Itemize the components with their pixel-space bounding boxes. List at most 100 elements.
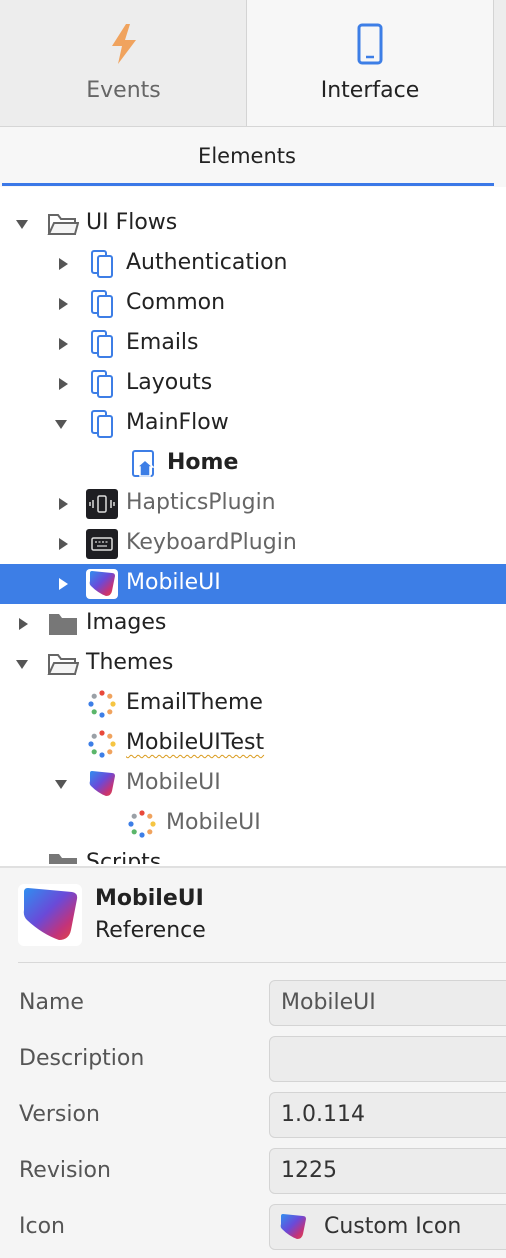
tab-events[interactable]: Events [0,0,247,126]
collapse-arrow-icon[interactable] [55,420,67,429]
mobile-device-icon [357,23,383,65]
icon-value: Custom Icon [324,1214,462,1239]
subtab-bar: Elements [0,127,506,187]
lightning-icon [112,24,136,64]
tree-item-emailtheme[interactable]: EmailTheme [0,684,506,724]
tree-item-haptics-plugin[interactable]: HapticsPlugin [0,484,506,524]
folder-icon [49,614,77,635]
tab-elements[interactable]: Elements [0,144,494,168]
tab-interface[interactable]: Interface [247,0,493,126]
expand-arrow-icon[interactable] [19,618,28,630]
tree-item-emails[interactable]: Emails [0,324,506,364]
properties-separator [18,962,506,963]
home-screen-icon [132,450,155,477]
property-label: Name [19,990,84,1015]
mobileui-logo-icon [86,569,118,599]
tree-item-authentication[interactable]: Authentication [0,244,506,284]
tree-item-label: MobileUI [126,570,221,595]
ui-flow-icon [91,290,113,318]
tree-item-label: Emails [126,330,199,355]
ui-flow-icon [91,250,113,278]
tree-item-label: Images [86,610,167,635]
revision-field[interactable]: 1225 [269,1148,506,1194]
tree-item-label: UI Flows [86,210,178,235]
element-tree[interactable]: UI Flows Authentication Common Emails La… [0,204,506,864]
top-tab-bar: Events Interface [0,0,506,127]
tree-item-label: MobileUI [166,810,261,835]
tree-item-label: EmailTheme [126,690,263,715]
expand-arrow-icon[interactable] [59,378,68,390]
tree-item-mobileui-theme-ref[interactable]: MobileUI [0,764,506,804]
tree-item-layouts[interactable]: Layouts [0,364,506,404]
theme-icon [128,810,156,838]
property-row-version: Version 1.0.114 [0,1092,506,1140]
tree-item-label: KeyboardPlugin [126,530,297,555]
haptics-plugin-icon [86,489,118,519]
expand-arrow-icon[interactable] [59,538,68,550]
tree-item-label: Home [167,450,239,475]
theme-icon [88,730,116,758]
theme-icon [88,690,116,718]
expand-arrow-icon[interactable] [59,498,68,510]
tree-item-label: Scripts [86,850,162,864]
tree-item-images[interactable]: Images [0,604,506,644]
tree-item-scripts[interactable]: Scripts [0,844,506,864]
description-field[interactable] [269,1036,506,1082]
properties-subtitle: Reference [95,918,206,943]
collapse-arrow-icon[interactable] [16,660,28,669]
property-label: Revision [19,1158,111,1183]
name-field[interactable]: MobileUI [269,980,506,1026]
tree-item-label: MainFlow [126,410,229,435]
mobileui-logo-icon [18,884,82,946]
tree-item-keyboard-plugin[interactable]: KeyboardPlugin [0,524,506,564]
collapse-arrow-icon[interactable] [16,220,28,229]
tab-overflow[interactable] [493,0,506,126]
tree-item-mobileui-theme[interactable]: MobileUI [0,804,506,844]
tab-interface-label: Interface [320,78,420,103]
ui-flow-icon [91,330,113,358]
expand-arrow-icon[interactable] [59,578,68,590]
tree-item-ui-flows[interactable]: UI Flows [0,204,506,244]
properties-panel: MobileUI Reference Name MobileUI Descrip… [0,868,506,1258]
expand-arrow-icon[interactable] [59,298,68,310]
tree-item-mobileuitest[interactable]: MobileUITest [0,724,506,764]
active-tab-underline [2,183,494,186]
folder-open-icon [47,214,79,235]
tree-item-label: MobileUI [126,770,221,795]
tree-item-label: Layouts [126,370,213,395]
revision-value: 1225 [281,1158,337,1183]
tab-events-label: Events [86,78,161,103]
folder-open-icon [47,654,79,675]
tree-item-home[interactable]: Home [0,444,506,484]
tree-item-label: MobileUITest [126,730,265,755]
ui-flow-icon [91,370,113,398]
ui-flow-icon [91,410,113,438]
tree-item-themes[interactable]: Themes [0,644,506,684]
keyboard-plugin-icon [86,529,118,559]
collapse-arrow-icon[interactable] [55,780,67,789]
property-row-revision: Revision 1225 [0,1148,506,1196]
property-row-name: Name MobileUI [0,980,506,1028]
folder-icon [49,854,77,864]
tree-item-label: Authentication [126,250,288,275]
tree-item-mainflow[interactable]: MainFlow [0,404,506,444]
version-field[interactable]: 1.0.114 [269,1092,506,1138]
property-row-description: Description [0,1036,506,1084]
name-value: MobileUI [281,990,376,1015]
tree-item-mobileui[interactable]: MobileUI [0,564,506,604]
expand-arrow-icon[interactable] [59,338,68,350]
icon-field[interactable]: Custom Icon [269,1204,506,1250]
property-label: Description [19,1046,145,1071]
tree-item-label: Themes [86,650,174,675]
property-label: Icon [19,1214,65,1239]
tree-item-common[interactable]: Common [0,284,506,324]
property-label: Version [19,1102,100,1127]
property-row-icon: Icon Custom Icon [0,1204,506,1252]
tree-item-label: Common [126,290,226,315]
expand-arrow-icon[interactable] [59,258,68,270]
mobileui-logo-icon [280,1214,306,1239]
properties-title: MobileUI [95,886,204,911]
version-value: 1.0.114 [281,1102,365,1127]
tree-item-label: HapticsPlugin [126,490,276,515]
mobileui-logo-icon [89,771,115,796]
